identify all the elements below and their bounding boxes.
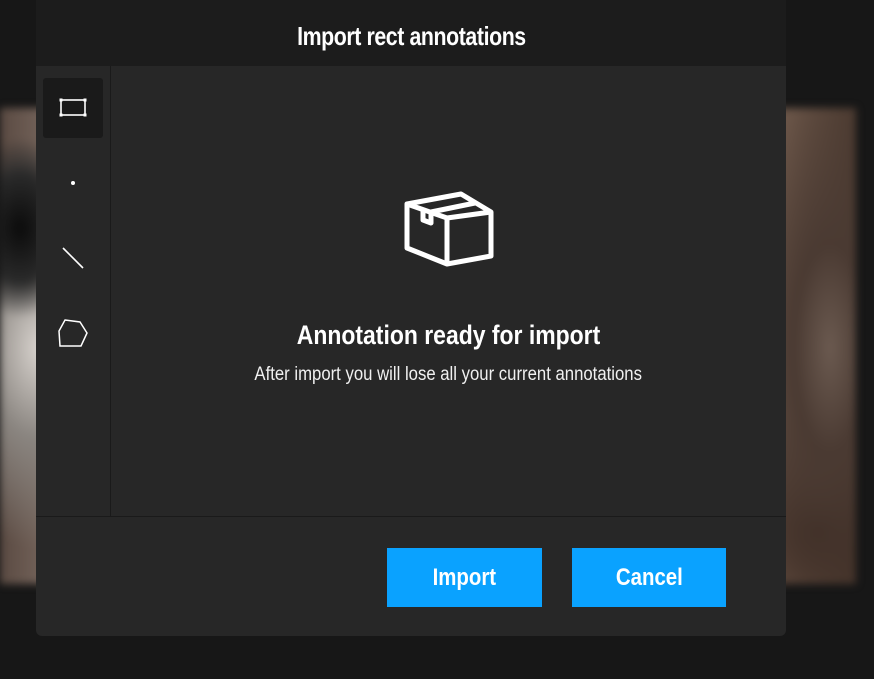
import-modal: Import rect annotations Annotation ready…: [36, 0, 786, 636]
cancel-button-label: Cancel: [615, 563, 683, 591]
polygon-icon: [58, 319, 88, 347]
line-tool-button[interactable]: [43, 228, 103, 288]
ready-subtitle: After import you will lose all your curr…: [254, 364, 643, 385]
annotation-type-toolbar: [36, 66, 111, 516]
rect-tool-button[interactable]: [43, 78, 103, 138]
cancel-button[interactable]: Cancel: [572, 548, 726, 607]
import-button-label: Import: [432, 563, 497, 591]
polygon-tool-button[interactable]: [43, 303, 103, 363]
modal-body: Annotation ready for import After import…: [36, 66, 786, 516]
modal-title: Import rect annotations: [296, 20, 526, 51]
modal-header: Import rect annotations: [36, 0, 786, 66]
line-icon: [62, 247, 84, 269]
point-tool-button[interactable]: [43, 153, 103, 213]
rectangle-icon: [59, 98, 87, 117]
modal-footer: Import Cancel: [36, 516, 786, 636]
import-content: Annotation ready for import After import…: [111, 66, 786, 516]
ready-title: Annotation ready for import: [296, 320, 601, 350]
box-icon: [404, 191, 493, 267]
import-button[interactable]: Import: [387, 548, 542, 607]
point-icon: [71, 181, 75, 185]
